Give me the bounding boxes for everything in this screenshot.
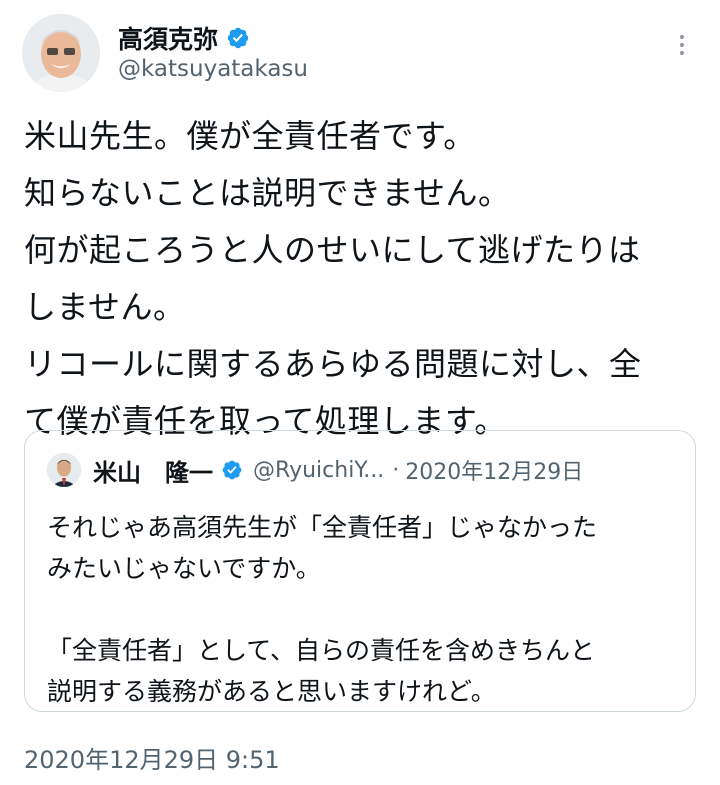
author-display-name[interactable]: 高須克弥 — [118, 20, 218, 56]
author-avatar[interactable] — [22, 14, 100, 92]
separator-dot: · — [392, 457, 400, 483]
tweet-timestamp[interactable]: 2020年12月29日 9:51 — [24, 740, 280, 775]
author-name-row: 高須克弥 — [118, 20, 250, 56]
quoted-tweet-date: 2020年12月29日 — [405, 460, 584, 485]
verified-badge-icon — [222, 460, 242, 480]
tweet-text-line: 何が起ころうと人のせいにして逃げたりは — [24, 231, 641, 269]
quoted-text-line — [47, 589, 677, 630]
quoted-tweet-header: 米山 隆一 @RyuichiY... · 2020年12月29日 — [47, 453, 583, 487]
tweet-text-line: しません。 — [24, 288, 186, 326]
quoted-text-line: それじゃあ高須先生が「全責任者」じゃなかった — [47, 513, 598, 542]
quoted-text-line: 「全責任者」として、自らの責任を含めきちんと — [47, 636, 596, 665]
quoted-author-handle: @RyuichiY... — [253, 457, 385, 483]
more-options-icon[interactable] — [668, 30, 696, 60]
tweet-text-line: 知らないことは説明できません。 — [24, 174, 511, 212]
avatar-photo-icon — [47, 453, 81, 487]
quoted-author-name: 米山 隆一 — [93, 458, 213, 487]
verified-badge-icon — [227, 27, 249, 49]
quoted-author-avatar — [47, 453, 81, 487]
tweet-text: 米山先生。僕が全責任者です。 知らないことは説明できません。 何が起ころうと人の… — [24, 108, 696, 450]
quoted-text-line: みたいじゃないですか。 — [47, 554, 321, 583]
quoted-tweet-text: それじゃあ高須先生が「全責任者」じゃなかった みたいじゃないですか。 「全責任者… — [47, 507, 677, 712]
quoted-text-line: 説明する義務があると思いますけれど。 — [47, 677, 496, 706]
avatar-photo-icon — [22, 14, 100, 92]
tweet-text-line: リコールに関するあらゆる問題に対し、全 — [24, 345, 642, 383]
tweet: 高須克弥 @katsuyatakasu 米山先生。僕が全責任者です。 知らないこ… — [0, 0, 720, 785]
tweet-text-line: 米山先生。僕が全責任者です。 — [24, 117, 476, 155]
author-handle[interactable]: @katsuyatakasu — [118, 56, 308, 82]
quoted-tweet[interactable]: 米山 隆一 @RyuichiY... · 2020年12月29日 それじゃあ高須… — [24, 430, 696, 712]
